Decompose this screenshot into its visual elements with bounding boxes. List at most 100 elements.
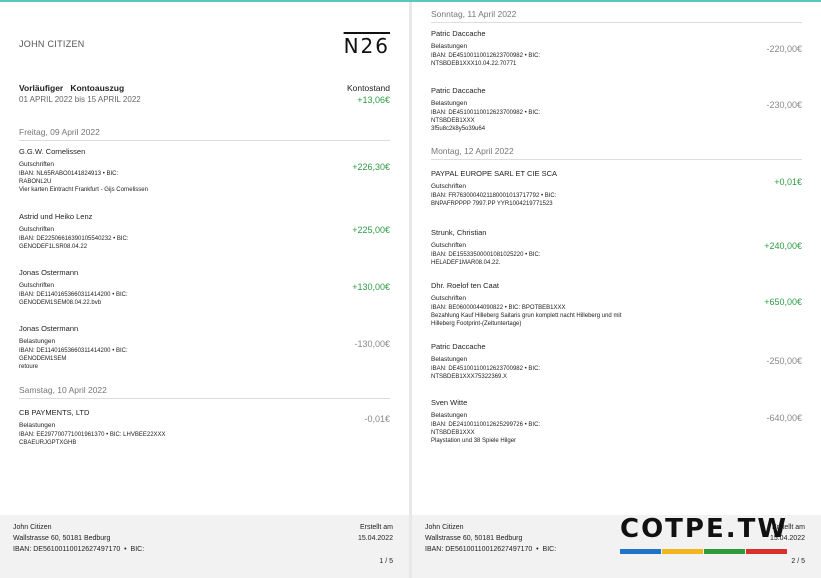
transaction-type: Gutschriften	[19, 161, 55, 168]
account-holder-name: JOHN CITIZEN	[19, 39, 85, 49]
footer-name: John Citizen	[425, 524, 464, 531]
day-header: Samstag, 10 April 2022	[19, 385, 390, 399]
footer-address: Wallstrasse 60, 50181 Bedburg	[13, 535, 111, 542]
transaction-amount: +225,00€	[352, 225, 390, 235]
transaction-amount: +0,01€	[774, 177, 802, 187]
n26-logo: N26	[344, 34, 390, 58]
transaction-type: Belastungen	[431, 100, 468, 107]
transaction-detail: IBAN: NL65RABO0141824913 • BIC:	[19, 171, 119, 177]
day-header: Sonntag, 11 April 2022	[431, 9, 802, 23]
transaction-row: Dhr. Roelof ten Caat Gutschriften IBAN: …	[431, 281, 802, 328]
transaction-detail: IBAN: EE297700771001961370 • BIC: LHVBEE…	[19, 432, 166, 438]
transaction-amount: +130,00€	[352, 282, 390, 292]
transaction-detail: GENODEF1LSR08.04.22	[19, 244, 88, 250]
counterparty-name: Jonas Ostermann	[19, 268, 79, 277]
transaction-detail: retoure	[19, 364, 39, 370]
statement-page-2: Sonntag, 11 April 2022 Patric Daccache B…	[412, 2, 821, 578]
transaction-detail: IBAN: DE45100110012623700982 • BIC:	[431, 53, 541, 59]
day-header: Montag, 12 April 2022	[431, 146, 802, 160]
transaction-type: Gutschriften	[431, 295, 467, 302]
page-number: 1 / 5	[379, 558, 393, 565]
transaction-detail: HELADEF1MAR08.04.22.	[431, 260, 501, 266]
footer-name: John Citizen	[13, 524, 52, 531]
transaction-detail: IBAN: DE11401653660311414200 • BIC:	[19, 292, 128, 298]
transaction-row: Jonas Ostermann Gutschriften IBAN: DE114…	[19, 268, 390, 307]
transaction-type: Belastungen	[431, 356, 468, 363]
transaction-detail: IBAN: FR7630004021180001013717792 • BIC:	[431, 193, 557, 199]
transaction-detail: CBAEURJGPTXGHB	[19, 440, 77, 446]
transaction-row: Sven Witte Belastungen IBAN: DE241001100…	[431, 398, 802, 445]
transaction-detail: GENODEM1SEM08.04.22.bvb	[19, 300, 102, 306]
watermark-text: COTPE.TW	[620, 514, 789, 544]
transaction-amount: -220,00€	[766, 44, 802, 54]
transaction-type: Belastungen	[431, 412, 468, 419]
counterparty-name: Patric Daccache	[431, 342, 486, 351]
transaction-amount: +650,00€	[764, 297, 802, 307]
logo-text: N26	[343, 34, 390, 58]
transaction-row: PAYPAL EUROPE SARL ET CIE SCA Gutschrift…	[431, 169, 802, 208]
footer-address: Wallstrasse 60, 50181 Bedburg	[425, 535, 523, 542]
transaction-type: Gutschriften	[19, 282, 55, 289]
transaction-amount: -230,00€	[766, 100, 802, 110]
transaction-row: Patric Daccache Belastungen IBAN: DE4510…	[431, 342, 802, 381]
transaction-detail: Playstation und 38 Spiele Hilger	[431, 438, 517, 444]
transaction-type: Gutschriften	[431, 183, 467, 190]
counterparty-name: Dhr. Roelof ten Caat	[431, 281, 499, 290]
watermark-bar	[704, 549, 745, 554]
counterparty-name: G.G.W. Cornelissen	[19, 147, 86, 156]
transaction-detail: NTSBDEB1XXX	[431, 430, 475, 436]
transaction-detail: IBAN: DE11401653660311414200 • BIC:	[19, 348, 128, 354]
watermark-bar	[620, 549, 661, 554]
transaction-detail: 3f5u8c2k8y5o39u64	[431, 126, 486, 132]
transaction-detail: NTSBDEB1XXX10.04.22.70771	[431, 61, 517, 67]
transaction-amount: -250,00€	[766, 356, 802, 366]
transaction-detail: Hilleberg Footprint-(Zeltuntertage)	[431, 321, 522, 327]
day-header: Freitag, 09 April 2022	[19, 127, 390, 141]
footer-created-date: 15.04.2022	[357, 535, 393, 542]
counterparty-name: Sven Witte	[431, 398, 468, 407]
counterparty-name: Patric Daccache	[431, 86, 486, 95]
transaction-row: Patric Daccache Belastungen IBAN: DE4510…	[431, 86, 802, 133]
counterparty-name: CB PAYMENTS, LTD	[19, 408, 90, 417]
watermark-bar	[662, 549, 703, 554]
transaction-detail: NTSBDEB1XXX	[431, 118, 475, 124]
balance-label: Kontostand	[346, 83, 390, 93]
transaction-amount: -130,00€	[354, 339, 390, 349]
transaction-detail: IBAN: DE45100110012623700982 • BIC:	[431, 366, 541, 372]
transaction-detail: Vier karten Eintracht Frankfurt - Gijs C…	[19, 187, 148, 193]
watermark-bar	[746, 549, 787, 554]
footer-iban: IBAN: DE56100110012627497170 • BIC:	[13, 546, 145, 553]
statement-page-1: JOHN CITIZEN N26 Vorläufiger Kontoauszug…	[0, 2, 409, 578]
transaction-detail: IBAN: DE45100110012623700982 • BIC:	[431, 110, 541, 116]
transaction-detail: GENODEM1SEM	[19, 356, 67, 362]
transaction-type: Gutschriften	[431, 242, 467, 249]
transaction-type: Gutschriften	[19, 226, 55, 233]
transaction-amount: -640,00€	[766, 413, 802, 423]
transaction-amount: +240,00€	[764, 241, 802, 251]
transaction-row: Strunk, Christian Gutschriften IBAN: DE1…	[431, 228, 802, 267]
statement-title: Vorläufiger Kontoauszug	[19, 83, 125, 93]
transaction-row: Astrid und Heiko Lenz Gutschriften IBAN:…	[19, 212, 390, 251]
transaction-detail: BNPAFRPPPP 7997.PP YYR1004219771523	[431, 201, 553, 207]
transaction-type: Belastungen	[19, 422, 56, 429]
transaction-detail: RABONL2U	[19, 179, 52, 185]
transaction-detail: IBAN: BE06000044090822 • BIC: BPOTBEB1XX…	[431, 305, 566, 311]
counterparty-name: Patric Daccache	[431, 29, 486, 38]
page-footer: John Citizen Wallstrasse 60, 50181 Bedbu…	[0, 515, 409, 578]
counterparty-name: Jonas Ostermann	[19, 324, 79, 333]
transaction-detail: NTSBDEB1XXX75322369.X	[431, 374, 508, 380]
transaction-row: Patric Daccache Belastungen IBAN: DE4510…	[431, 29, 802, 68]
transaction-detail: Bezahlung Kauf Hilleberg Saitaris grun k…	[431, 313, 622, 319]
transaction-detail: IBAN: DE24100110012625299726 • BIC:	[431, 422, 541, 428]
watermark-logo: COTPE.TW	[620, 514, 789, 556]
transaction-row: CB PAYMENTS, LTD Belastungen IBAN: EE297…	[19, 408, 390, 447]
transaction-row: Jonas Ostermann Belastungen IBAN: DE1140…	[19, 324, 390, 371]
page-number: 2 / 5	[791, 558, 805, 565]
footer-iban: IBAN: DE56100110012627497170 • BIC:	[425, 546, 557, 553]
transaction-type: Belastungen	[19, 338, 56, 345]
transaction-detail: IBAN: DE22506616390105540232 • BIC:	[19, 236, 129, 242]
transaction-amount: +226,30€	[352, 162, 390, 172]
transaction-type: Belastungen	[431, 43, 468, 50]
statement-date-range: 01 APRIL 2022 bis 15 APRIL 2022	[19, 95, 141, 104]
footer-created-label: Erstellt am	[359, 524, 393, 531]
